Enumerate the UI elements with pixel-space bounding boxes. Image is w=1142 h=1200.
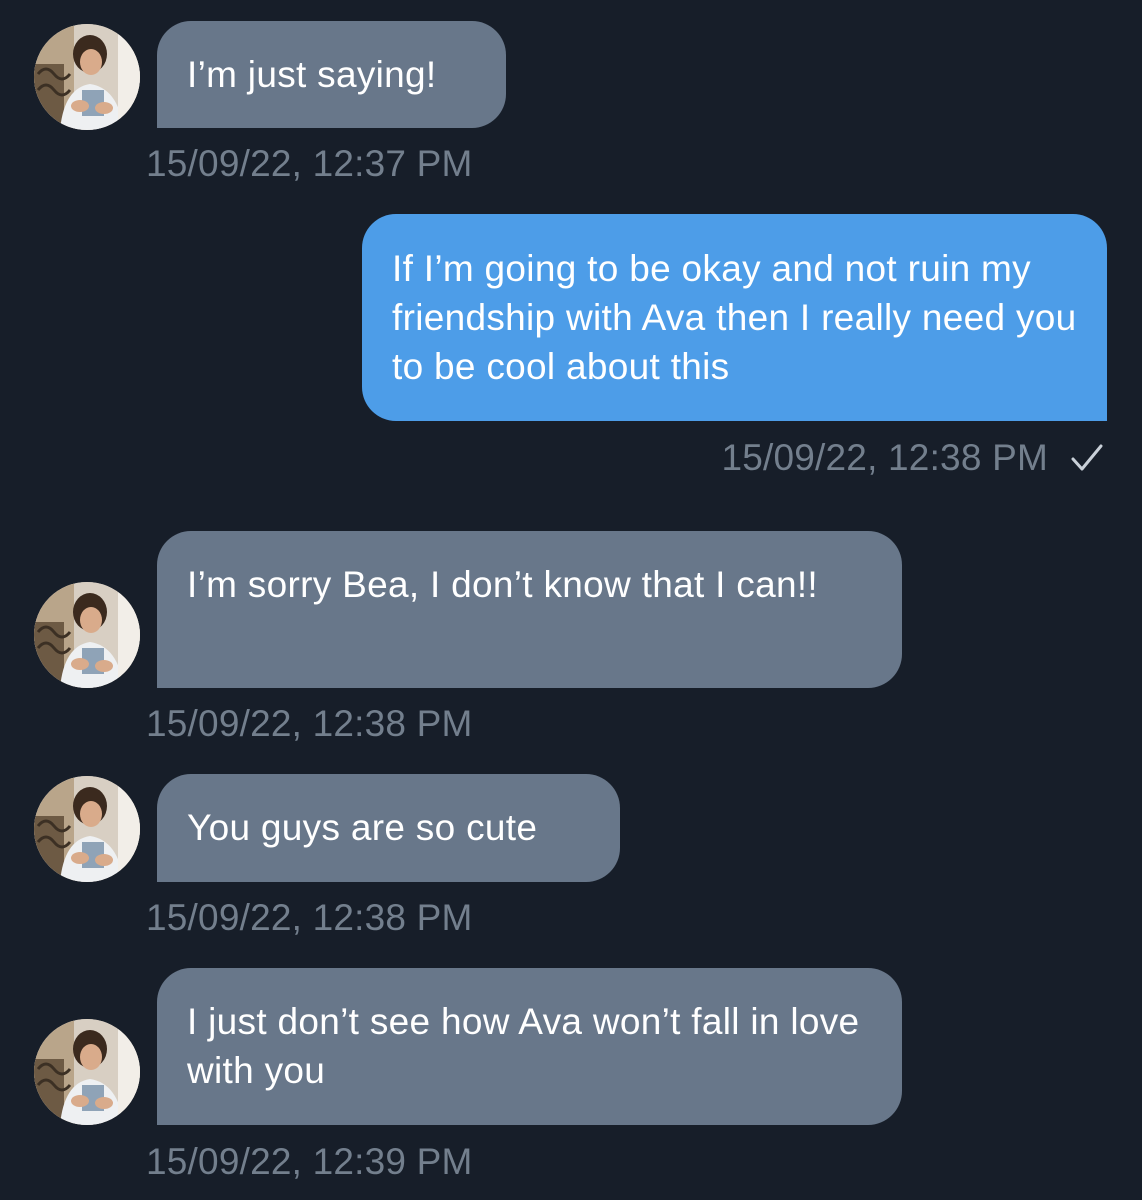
read-check-icon: [1071, 444, 1103, 471]
message-timestamp: 15/09/22, 12:39 PM: [146, 1141, 473, 1182]
contact-avatar[interactable]: [34, 1019, 140, 1125]
message-text: I’m just saying!: [187, 54, 437, 95]
avatar-image: [34, 582, 140, 688]
avatar-image: [34, 776, 140, 882]
message-text: I just don’t see how Ava won’t fall in l…: [187, 1001, 860, 1091]
incoming-message-bubble[interactable]: You guys are so cute: [157, 774, 620, 882]
contact-avatar[interactable]: [34, 776, 140, 882]
incoming-message-bubble[interactable]: I’m sorry Bea, I don’t know that I can!!: [157, 531, 902, 688]
outgoing-message-meta: 15/09/22, 12:38 PM: [721, 436, 1104, 480]
contact-avatar[interactable]: [34, 582, 140, 688]
incoming-message-bubble[interactable]: I’m just saying!: [157, 21, 506, 128]
incoming-message-bubble[interactable]: I just don’t see how Ava won’t fall in l…: [157, 968, 902, 1125]
outgoing-message-bubble[interactable]: If I’m going to be okay and not ruin my …: [362, 214, 1107, 421]
message-timestamp: 15/09/22, 12:38 PM: [146, 897, 473, 938]
message-text: I’m sorry Bea, I don’t know that I can!!: [187, 564, 818, 605]
avatar-image: [34, 24, 140, 130]
message-timestamp: 15/09/22, 12:38 PM: [721, 437, 1048, 478]
message-text: You guys are so cute: [187, 807, 538, 848]
message-timestamp: 15/09/22, 12:37 PM: [146, 143, 473, 184]
message-timestamp: 15/09/22, 12:38 PM: [146, 703, 473, 744]
message-text: If I’m going to be okay and not ruin my …: [392, 248, 1077, 387]
avatar-image: [34, 1019, 140, 1125]
contact-avatar[interactable]: [34, 24, 140, 130]
